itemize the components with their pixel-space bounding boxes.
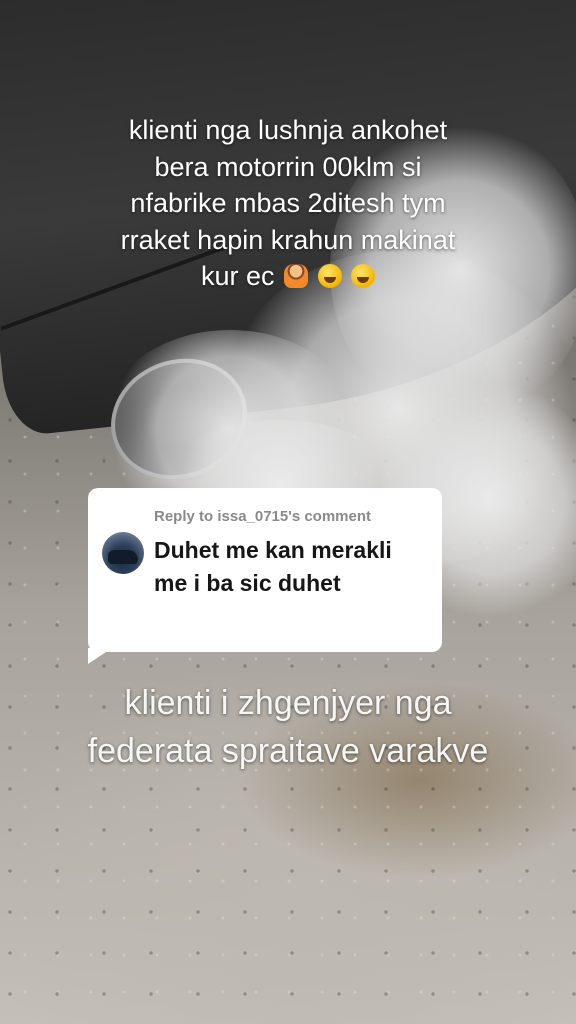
caption-line: klienti i zhgenjyer nga xyxy=(124,684,452,722)
caption-line: klienti nga lushnja ankohet xyxy=(128,115,448,145)
top-caption: klienti nga lushnja ankohet bera motorri… xyxy=(0,112,576,295)
tears-of-joy-icon xyxy=(351,264,376,288)
caption-line-with-emojis: kur ec xyxy=(40,258,536,295)
avatar[interactable] xyxy=(102,532,144,574)
caption-line: nfabrike mbas 2ditesh tym xyxy=(130,188,446,218)
reply-header: Reply to issa_0715's comment xyxy=(154,508,372,525)
reply-card-tail xyxy=(88,648,112,664)
reply-comment-text: Duhet me kan merakli me i ba sic duhet xyxy=(154,537,392,596)
caption-line: bera motorrin 00klm si xyxy=(154,151,422,182)
car-avatar-icon xyxy=(108,550,138,564)
reply-comment-card[interactable]: Reply to issa_0715's comment Duhet me ka… xyxy=(88,488,442,652)
bottom-caption: klienti i zhgenjyer nga federata spraita… xyxy=(0,679,576,775)
caption-line: federata spraitave varakve xyxy=(87,732,489,770)
caption-line: kur ec xyxy=(200,261,275,291)
person-shrugging-icon xyxy=(284,264,308,288)
caption-line: rraket hapin krahun makinat xyxy=(120,224,456,255)
rolling-laughing-icon xyxy=(317,264,342,288)
